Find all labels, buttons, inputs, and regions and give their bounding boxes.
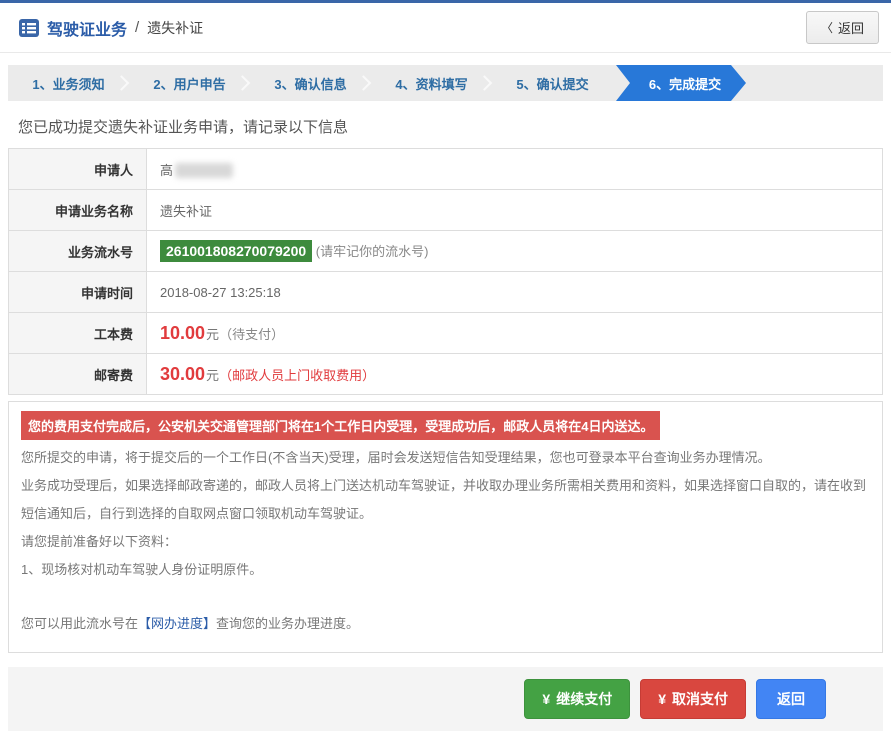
- step-4-fill-materials: 4、资料填写: [371, 65, 492, 101]
- step-1-notice: 1、业务须知: [8, 65, 129, 101]
- serial-number-badge: 261001808270079200: [160, 240, 312, 262]
- notice-paragraph-4: 1、现场核对机动车驾驶人身份证明原件。: [21, 556, 870, 584]
- step-label: 3、确认信息: [274, 74, 346, 93]
- chevron-right-icon: [235, 75, 251, 91]
- fee-unit: 元: [206, 368, 219, 383]
- table-row-production-fee: 工本费 10.00元（待支付）: [9, 313, 883, 354]
- alert-banner: 您的费用支付完成后，公安机关交通管理部门将在1个工作日内受理，受理成功后，邮政人…: [21, 411, 660, 440]
- row-label: 工本费: [9, 313, 147, 354]
- notice-paragraph-2: 业务成功受理后，如果选择邮政寄递的，邮政人员将上门送达机动车驾驶证，并收取办理业…: [21, 472, 870, 528]
- breadcrumb-separator: /: [135, 19, 139, 36]
- notice-spacer: [21, 584, 870, 610]
- step-6-complete-submit-active: 6、完成提交: [616, 65, 746, 101]
- list-icon: [18, 18, 40, 38]
- notice-panel: 您的费用支付完成后，公安机关交通管理部门将在1个工作日内受理，受理成功后，邮政人…: [8, 401, 883, 653]
- chevron-left-icon: 〈: [821, 19, 833, 36]
- step-label: 2、用户申告: [153, 74, 225, 93]
- row-label: 申请人: [9, 149, 147, 190]
- step-2-declaration: 2、用户申告: [129, 65, 250, 101]
- row-value: 261001808270079200 (请牢记你的流水号): [147, 231, 883, 272]
- redaction-blur: [175, 163, 233, 178]
- progress-text-prefix: 您可以用此流水号在: [21, 616, 138, 631]
- table-row-business-name: 申请业务名称 遗失补证: [9, 190, 883, 231]
- step-3-confirm-info: 3、确认信息: [250, 65, 371, 101]
- row-label: 邮寄费: [9, 354, 147, 395]
- row-value: 2018-08-27 13:25:18: [147, 272, 883, 313]
- fee-amount: 10.00: [160, 323, 205, 343]
- table-row-postage-fee: 邮寄费 30.00元（邮政人员上门收取费用）: [9, 354, 883, 395]
- back-button-label: 返回: [838, 18, 864, 37]
- row-label: 申请时间: [9, 272, 147, 313]
- step-label: 6、完成提交: [649, 74, 721, 93]
- result-table: 申请人 高 申请业务名称 遗失补证 业务流水号 2610018082700792…: [8, 148, 883, 395]
- footer-bar: ¥ 继续支付 ¥ 取消支付 返回: [8, 667, 883, 731]
- fee-unit: 元: [206, 327, 219, 342]
- back-button[interactable]: 〈 返回: [806, 11, 879, 44]
- page-subtitle: 遗失补证: [147, 18, 203, 38]
- table-row-apply-time: 申请时间 2018-08-27 13:25:18: [9, 272, 883, 313]
- row-label: 业务流水号: [9, 231, 147, 272]
- step-label: 5、确认提交: [516, 74, 588, 93]
- row-value: 高: [147, 149, 883, 190]
- step-label: 4、资料填写: [395, 74, 467, 93]
- return-label: 返回: [777, 689, 805, 709]
- breadcrumb: 驾驶证业务 / 遗失补证: [18, 16, 203, 40]
- chevron-right-icon: [477, 75, 493, 91]
- chevron-right-icon: [114, 75, 130, 91]
- continue-pay-button[interactable]: ¥ 继续支付: [524, 679, 630, 719]
- yen-icon: ¥: [542, 691, 550, 707]
- cancel-pay-button[interactable]: ¥ 取消支付: [640, 679, 746, 719]
- success-message: 您已成功提交遗失补证业务申请，请记录以下信息: [18, 116, 883, 137]
- page-header: 驾驶证业务 / 遗失补证 〈 返回: [0, 3, 891, 53]
- step-progress-bar: 1、业务须知 2、用户申告 3、确认信息 4、资料填写 5、确认提交 6、完成提…: [8, 65, 883, 101]
- row-value: 10.00元（待支付）: [147, 313, 883, 354]
- row-value: 遗失补证: [147, 190, 883, 231]
- continue-pay-label: 继续支付: [556, 689, 612, 709]
- step-label: 1、业务须知: [32, 74, 104, 93]
- row-value: 30.00元（邮政人员上门收取费用）: [147, 354, 883, 395]
- fee-amount: 30.00: [160, 364, 205, 384]
- notice-paragraph-1: 您所提交的申请，将于提交后的一个工作日(不含当天)受理，届时会发送短信告知受理结…: [21, 444, 870, 472]
- applicant-name: 高: [160, 163, 173, 178]
- cancel-pay-label: 取消支付: [672, 689, 728, 709]
- page-title: 驾驶证业务: [47, 16, 127, 40]
- fee-note: （待支付）: [219, 327, 284, 342]
- notice-paragraph-5: 您可以用此流水号在【网办进度】查询您的业务办理进度。: [21, 610, 870, 638]
- progress-text-suffix: 查询您的业务办理进度。: [216, 616, 359, 631]
- yen-icon: ¥: [658, 691, 666, 707]
- progress-link[interactable]: 【网办进度】: [138, 616, 216, 631]
- table-row-applicant: 申请人 高: [9, 149, 883, 190]
- fee-note: （邮政人员上门收取费用）: [219, 368, 375, 383]
- row-label: 申请业务名称: [9, 190, 147, 231]
- serial-note: (请牢记你的流水号): [316, 244, 429, 259]
- step-5-confirm-submit: 5、确认提交: [492, 65, 613, 101]
- notice-paragraph-3: 请您提前准备好以下资料：: [21, 528, 870, 556]
- table-row-serial-number: 业务流水号 261001808270079200 (请牢记你的流水号): [9, 231, 883, 272]
- page: 驾驶证业务 / 遗失补证 〈 返回 1、业务须知 2、用户申告 3、确认信息 4…: [0, 0, 891, 680]
- return-button[interactable]: 返回: [756, 679, 826, 719]
- steps-filler: [746, 65, 883, 101]
- chevron-right-icon: [356, 75, 372, 91]
